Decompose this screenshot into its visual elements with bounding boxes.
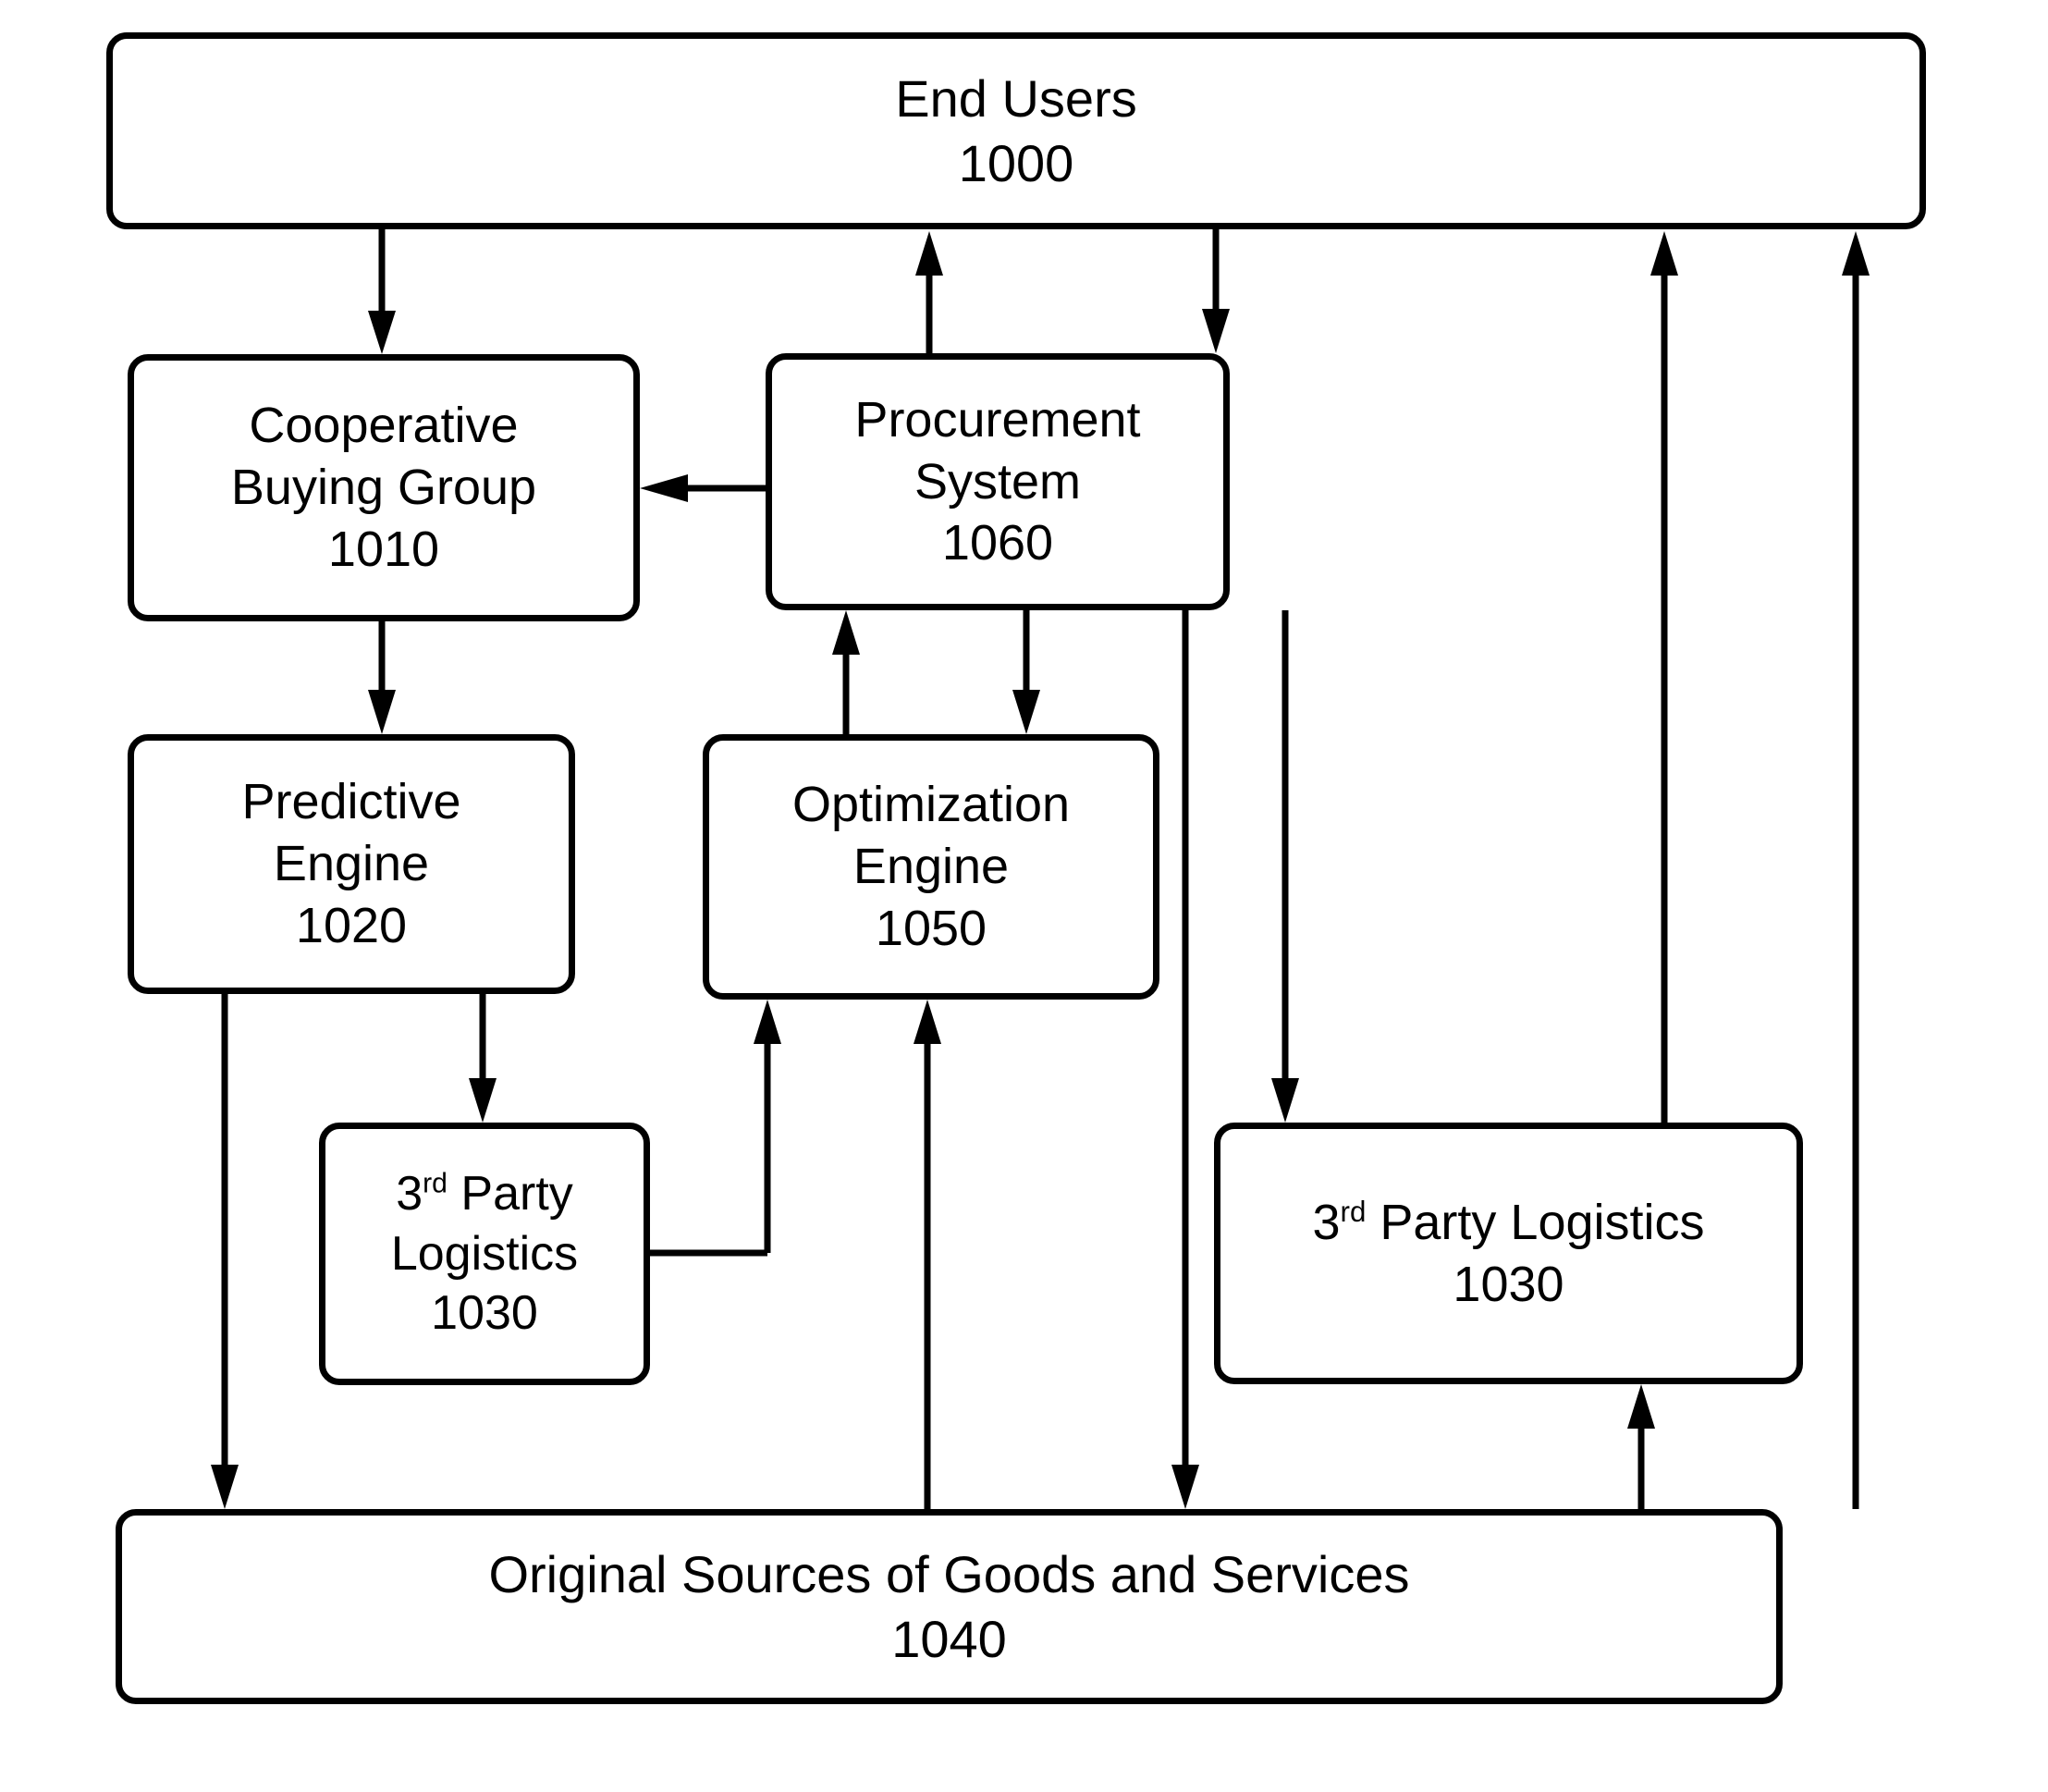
node-optimization-engine-ref: 1050 — [875, 900, 987, 956]
node-original-sources-label: Original Sources of Goods and Services — [488, 1545, 1410, 1604]
node-predictive-engine-label-line2: Engine — [273, 836, 430, 892]
node-3pl-right-rest: Party Logistics — [1366, 1194, 1705, 1250]
node-cooperative-buying-group-label-line1: Cooperative — [249, 398, 519, 454]
node-third-party-logistics-left[interactable]: 3rd Party Logistics 1030 — [319, 1123, 650, 1385]
connector-end-users-to-procurement — [1202, 229, 1230, 353]
connector-predictive-to-original-sources — [211, 994, 239, 1509]
node-end-users-ref: 1000 — [958, 133, 1074, 192]
connector-3pl-right-to-end-users — [1650, 231, 1678, 1123]
connector-predictive-to-3pl-left — [469, 994, 497, 1123]
connector-3pl-left-to-optimization — [649, 1000, 781, 1257]
node-third-party-logistics-left-label-line2: Logistics — [390, 1226, 579, 1281]
node-cooperative-buying-group-ref: 1010 — [327, 521, 440, 577]
node-3pl-right-prefix: 3 — [1312, 1194, 1341, 1250]
connector-procurement-to-original-sources — [1171, 610, 1199, 1509]
node-optimization-engine-label-line2: Engine — [852, 839, 1010, 895]
node-third-party-logistics-right[interactable]: 3rd Party Logistics 1030 — [1214, 1123, 1803, 1384]
node-third-party-logistics-right-ref: 1030 — [1453, 1256, 1564, 1312]
node-original-sources-ref: 1040 — [891, 1609, 1007, 1668]
connector-original-sources-to-3pl-right — [1627, 1384, 1655, 1509]
node-end-users-label: End Users — [895, 69, 1137, 129]
node-original-sources[interactable]: Original Sources of Goods and Services 1… — [116, 1509, 1783, 1704]
connector-procurement-to-optimization — [1012, 610, 1040, 734]
connector-cooperative-to-predictive — [368, 621, 396, 734]
node-predictive-engine-ref: 1020 — [295, 897, 408, 953]
node-procurement-system[interactable]: Procurement System 1060 — [766, 353, 1230, 610]
node-cooperative-buying-group-label-line2: Buying Group — [230, 460, 537, 516]
node-optimization-engine[interactable]: Optimization Engine 1050 — [703, 734, 1159, 1000]
node-procurement-system-label-line1: Procurement — [854, 391, 1141, 448]
node-optimization-engine-label-line1: Optimization — [791, 777, 1071, 833]
node-procurement-system-label-line2: System — [914, 453, 1082, 509]
node-predictive-engine-label-line1: Predictive — [241, 774, 461, 830]
diagram-canvas: End Users 1000 Cooperative Buying Group … — [0, 0, 2048, 1792]
connector-original-sources-to-end-users — [1842, 231, 1870, 1509]
node-third-party-logistics-left-ref: 1030 — [431, 1286, 538, 1341]
node-3pl-left-rest: Party — [447, 1167, 573, 1221]
node-3pl-left-prefix: 3 — [396, 1167, 423, 1221]
connector-procurement-to-3pl-right — [1271, 610, 1299, 1123]
node-end-users[interactable]: End Users 1000 — [106, 32, 1926, 229]
connector-procurement-to-end-users — [915, 231, 943, 353]
node-cooperative-buying-group[interactable]: Cooperative Buying Group 1010 — [128, 354, 640, 621]
node-predictive-engine[interactable]: Predictive Engine 1020 — [128, 734, 575, 994]
connector-end-users-to-cooperative — [368, 229, 396, 354]
connector-original-sources-to-optimization — [914, 1000, 941, 1509]
node-third-party-logistics-right-label-line1: 3rd Party Logistics — [1312, 1192, 1704, 1254]
connector-procurement-to-cooperative — [640, 474, 766, 502]
node-procurement-system-ref: 1060 — [941, 515, 1054, 571]
node-3pl-right-superscript: rd — [1340, 1195, 1367, 1228]
connector-optimization-to-procurement — [832, 610, 860, 735]
node-3pl-left-superscript: rd — [423, 1168, 448, 1199]
node-third-party-logistics-left-label-line1: 3rd Party — [396, 1164, 573, 1223]
